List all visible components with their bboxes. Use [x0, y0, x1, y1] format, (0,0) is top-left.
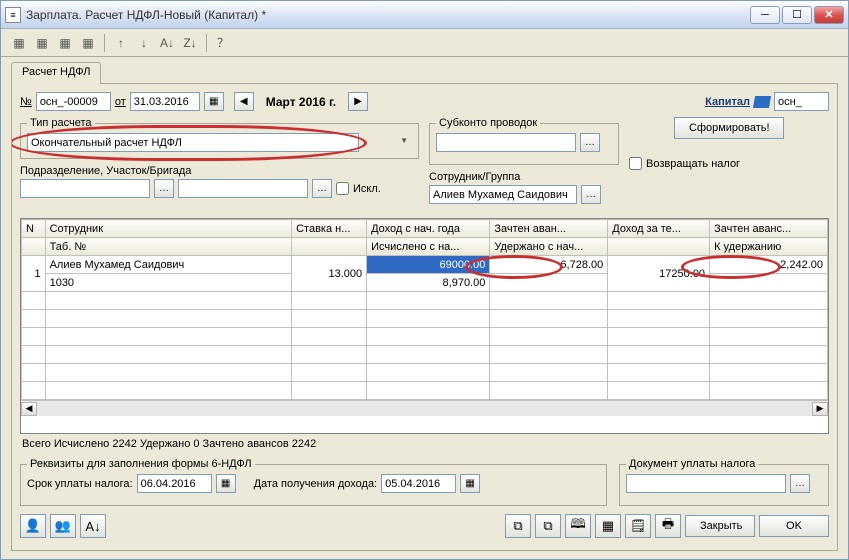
footer-icon-6[interactable]: 🕮 [565, 514, 591, 538]
tb-sep [104, 34, 105, 52]
num-label[interactable]: № [20, 96, 32, 108]
employee-select-button[interactable]: … [581, 185, 601, 204]
tb-sort-asc-icon[interactable]: A↓ [157, 33, 177, 53]
close-form-button[interactable]: Закрыть [685, 515, 755, 537]
pay-deadline-input[interactable] [137, 474, 212, 493]
subdiv-input-1[interactable] [20, 179, 150, 198]
calendar-icon[interactable]: ▦ [460, 474, 480, 493]
tb-up-icon[interactable]: ↑ [111, 33, 131, 53]
prev-period-button[interactable]: ◀ [234, 92, 254, 111]
footer-icon-3[interactable]: A↓ [80, 514, 106, 538]
col-income-ytd[interactable]: Доход с нач. года [367, 220, 490, 238]
tb-down-icon[interactable]: ↓ [134, 33, 154, 53]
subkonto-input[interactable] [436, 133, 576, 152]
pay-deadline-label: Срок уплаты налога: [27, 478, 133, 490]
tb-refresh-icon[interactable]: ▦ [78, 33, 98, 53]
tax-doc-input[interactable] [626, 474, 786, 493]
footer-icon-4[interactable]: ⧉ [505, 514, 531, 538]
col-calc-ytd[interactable]: Исчислено с на... [367, 238, 490, 256]
subdiv-select-2-button[interactable]: … [312, 179, 332, 198]
doc-icon: ≡ [5, 7, 21, 23]
return-tax-checkbox[interactable]: Возвращать налог [629, 157, 829, 170]
req6-legend: Реквизиты для заполнения формы 6-НДФЛ [27, 458, 255, 470]
titlebar: ≡ Зарплата. Расчет НДФЛ-Новый (Капитал) … [1, 1, 848, 29]
income-date-label: Дата получения дохода: [254, 478, 378, 490]
footer-icon-1[interactable]: 👤 [20, 514, 46, 538]
footer-icon-5[interactable]: ⧉ [535, 514, 561, 538]
subdiv-label: Подразделение, Участок/Бригада [20, 165, 419, 177]
tb-sep [206, 34, 207, 52]
close-button[interactable]: ✕ [814, 6, 844, 24]
col-withheld-ytd[interactable]: Удержано с нач... [490, 238, 608, 256]
form-button[interactable]: Сформировать! [674, 117, 784, 139]
col-to-withhold[interactable]: Зачтен аванс... [710, 220, 828, 238]
employee-input[interactable] [429, 185, 577, 204]
doc-number-input[interactable] [36, 92, 111, 111]
date-label[interactable]: от [115, 96, 126, 108]
calc-type-select[interactable]: Окончательный расчет НДФЛ [27, 133, 359, 152]
excl-checkbox[interactable]: Искл. [336, 182, 381, 195]
toolbar: ▦ ▦ ▦ ▦ ↑ ↓ A↓ Z↓ ？ [1, 29, 848, 57]
flag-icon [753, 96, 771, 108]
minimize-button[interactable]: ─ [750, 6, 780, 24]
subkonto-select-button[interactable]: … [580, 133, 600, 152]
col-rate[interactable]: Ставка н... [292, 220, 367, 238]
table-row[interactable]: 1 Алиев Мухамед Саидович 13.000 69000.00… [22, 256, 828, 274]
col-tab[interactable]: Таб. № [45, 238, 292, 256]
col-credited[interactable]: Зачтен аван... [490, 220, 608, 238]
col-emp[interactable]: Сотрудник [45, 220, 292, 238]
tb-copy-icon[interactable]: ▦ [32, 33, 52, 53]
subkonto-legend: Субконто проводок [436, 117, 540, 129]
doc-date-input[interactable] [130, 92, 200, 111]
tb-new-icon[interactable]: ▦ [9, 33, 29, 53]
subdiv-select-1-button[interactable]: … [154, 179, 174, 198]
footer-icon-7[interactable]: ▦ [595, 514, 621, 538]
org-input[interactable] [774, 92, 829, 111]
col-n[interactable]: N [22, 220, 46, 238]
next-period-button[interactable]: ▶ [348, 92, 368, 111]
window-title: Зарплата. Расчет НДФЛ-Новый (Капитал) * [26, 8, 750, 22]
calendar-icon[interactable]: ▦ [216, 474, 236, 493]
grid[interactable]: N Сотрудник Ставка н... Доход с нач. год… [20, 218, 829, 434]
calc-type-legend: Тип расчета [27, 117, 95, 129]
h-scrollbar[interactable]: ◀ ▶ [21, 400, 828, 416]
period-label: Март 2016 г. [266, 95, 336, 109]
tax-doc-legend: Документ уплаты налога [626, 458, 758, 470]
calendar-icon[interactable]: ▦ [204, 92, 224, 111]
col-income-cur[interactable]: Доход за те... [608, 220, 710, 238]
maximize-button[interactable]: ☐ [782, 6, 812, 24]
col-withhold[interactable]: К удержанию [710, 238, 828, 256]
summary-text: Всего Исчислено 2242 Удержано 0 Зачтено … [22, 438, 316, 450]
tb-help-icon[interactable]: ？ [213, 33, 233, 53]
footer-icon-8[interactable]: 🗒 [625, 514, 651, 538]
ok-button[interactable]: OK [759, 515, 829, 537]
subdiv-input-2[interactable] [178, 179, 308, 198]
tab-calc[interactable]: Расчет НДФЛ [11, 62, 101, 84]
footer-icon-9[interactable]: 🖶 [655, 514, 681, 538]
tb-sort-desc-icon[interactable]: Z↓ [180, 33, 200, 53]
tax-doc-select-button[interactable]: … [790, 474, 810, 493]
income-date-input[interactable] [381, 474, 456, 493]
tb-del-icon[interactable]: ▦ [55, 33, 75, 53]
footer-icon-2[interactable]: 👥 [50, 514, 76, 538]
scroll-right-icon[interactable]: ▶ [812, 402, 828, 416]
scroll-left-icon[interactable]: ◀ [21, 402, 37, 416]
org-label[interactable]: Капитал [705, 96, 750, 108]
employee-group-label: Сотрудник/Группа [429, 171, 619, 183]
